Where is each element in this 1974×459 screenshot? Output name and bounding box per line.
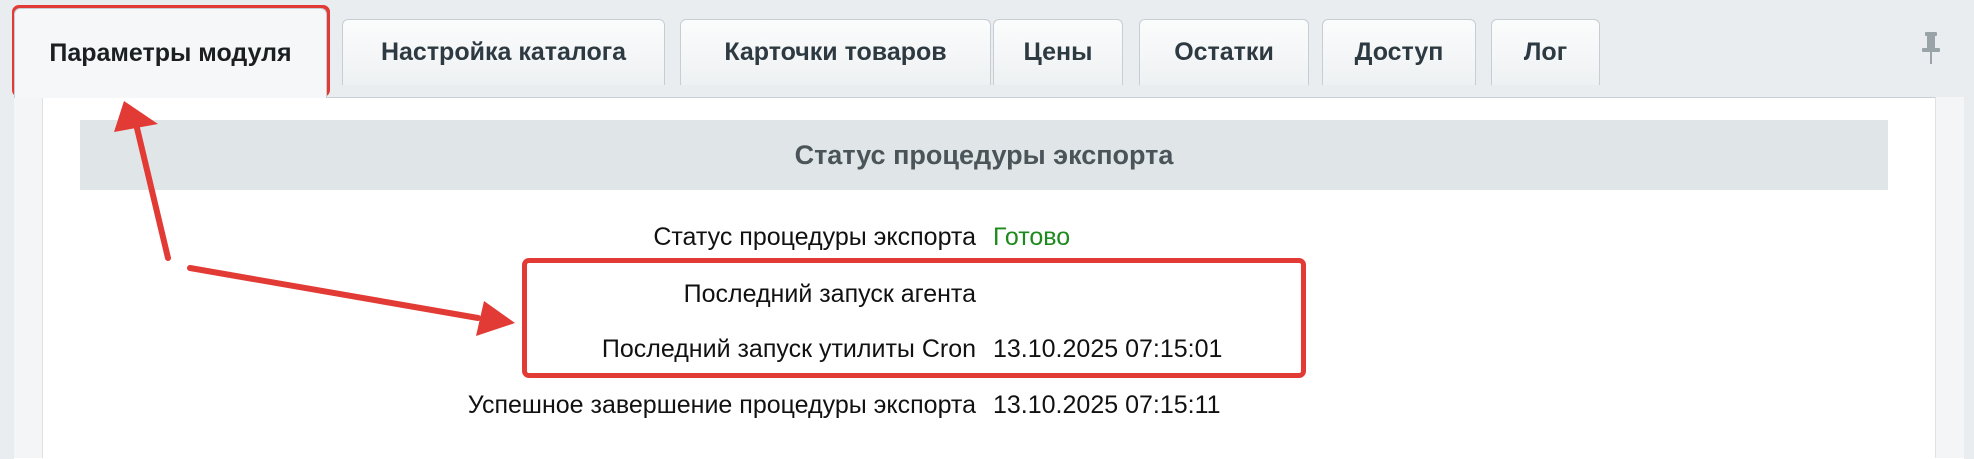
tab-label: Настройка каталога <box>380 38 627 66</box>
tab-label: Цены <box>1023 38 1093 66</box>
agent-run-label: Последний запуск агента <box>683 280 976 308</box>
section-title: Статус процедуры экспорта <box>794 139 1174 170</box>
tab-product-cards[interactable]: Карточки товаров <box>680 19 991 85</box>
export-complete-row: Успешное завершение процедуры экспорта 1… <box>0 391 1974 431</box>
tab-catalog-settings[interactable]: Настройка каталога <box>342 19 665 85</box>
tab-module-parameters[interactable]: Параметры модуля <box>14 8 327 98</box>
cron-run-label: Последний запуск утилиты Cron <box>601 335 976 363</box>
tab-label: Остатки <box>1174 38 1274 66</box>
section-header: Статус процедуры экспорта <box>80 120 1888 190</box>
tab-label: Лог <box>1523 38 1568 66</box>
export-complete-value: 13.10.2025 07:15:11 <box>993 391 1221 419</box>
status-row: Статус процедуры экспорта Готово <box>0 223 1974 263</box>
tab-label: Доступ <box>1354 38 1444 66</box>
tab-prices[interactable]: Цены <box>993 19 1123 85</box>
tab-label: Карточки товаров <box>724 38 947 66</box>
agent-run-row: Последний запуск агента <box>0 280 1974 320</box>
export-complete-label: Успешное завершение процедуры экспорта <box>467 391 976 419</box>
page: Параметры модуля Настройка каталога Карт… <box>0 0 1974 459</box>
tab-access[interactable]: Доступ <box>1322 19 1476 85</box>
status-label: Статус процедуры экспорта <box>653 223 976 251</box>
status-value: Готово <box>993 223 1071 251</box>
tab-stock[interactable]: Остатки <box>1139 19 1309 85</box>
tab-bar: Параметры модуля Настройка каталога Карт… <box>0 0 1974 100</box>
tab-label: Параметры модуля <box>49 39 292 67</box>
cron-run-value: 13.10.2025 07:15:01 <box>993 335 1223 363</box>
pushpin-icon[interactable] <box>1918 30 1944 66</box>
cron-run-row: Последний запуск утилиты Cron 13.10.2025… <box>0 335 1974 375</box>
tab-log[interactable]: Лог <box>1491 19 1600 85</box>
